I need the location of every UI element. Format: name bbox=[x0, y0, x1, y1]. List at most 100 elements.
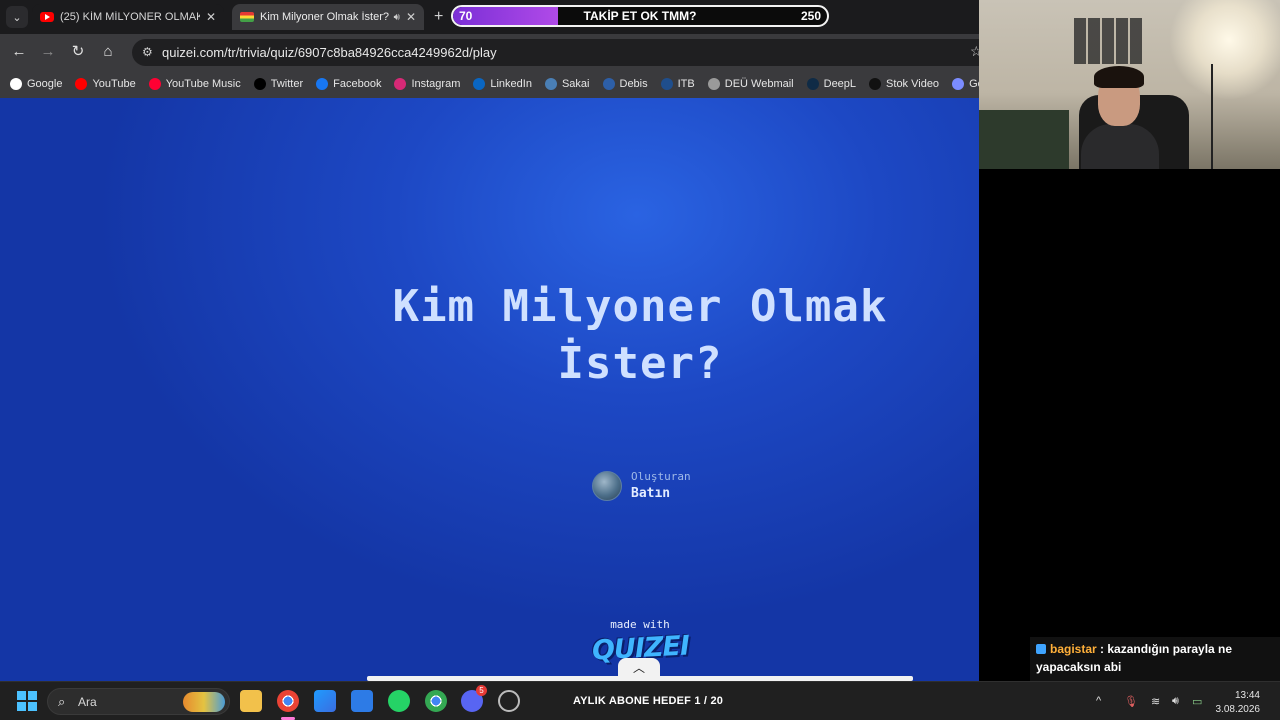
bookmark-label: ITB bbox=[677, 78, 695, 90]
url-text[interactable]: quizei.com/tr/trivia/quiz/6907c8ba84926c… bbox=[162, 45, 497, 60]
bookmark-facebook[interactable]: Facebook bbox=[316, 78, 381, 90]
bookmark-label: DEÜ Webmail bbox=[724, 78, 794, 90]
bookmark-sakai[interactable]: Sakai bbox=[544, 78, 590, 90]
youtube-icon bbox=[40, 12, 54, 22]
globe-icon bbox=[707, 78, 720, 90]
wifi-icon[interactable]: ≋ bbox=[1151, 695, 1160, 708]
close-icon[interactable]: ✕ bbox=[206, 10, 216, 24]
debis-icon bbox=[602, 78, 615, 90]
bookmark-label: Twitter bbox=[270, 78, 304, 90]
tab-search-button[interactable]: ⌄ bbox=[6, 6, 28, 28]
quiz-title-line-2: İster? bbox=[557, 338, 723, 389]
bookmark-youtube[interactable]: YouTube bbox=[75, 78, 136, 90]
quiz-page: Kim Milyoner Olmak İster? Oluşturan Batı… bbox=[0, 98, 980, 681]
search-icon: ⌕ bbox=[58, 694, 66, 709]
new-tab-button[interactable]: + bbox=[434, 7, 443, 27]
bookmarks-bar: Google YouTube YouTube Music Twitter Faceboo… bbox=[0, 70, 1004, 98]
google-icon bbox=[10, 78, 22, 90]
quizei-icon bbox=[240, 12, 254, 22]
discord-icon[interactable]: 5 bbox=[461, 685, 487, 712]
quiz-title: Kim Milyoner Olmak İster? bbox=[0, 278, 980, 392]
follow-goal-bar: 70 TAKİP ET OK TMM? 250 bbox=[451, 5, 829, 27]
streamer-hair bbox=[1094, 66, 1144, 88]
bookmark-label: DeepL bbox=[823, 78, 857, 90]
bookmark-label: Google bbox=[27, 78, 63, 90]
taskbar-search[interactable]: ⌕ Ara bbox=[47, 688, 230, 715]
file-explorer-icon[interactable] bbox=[240, 690, 262, 712]
sub-goal-text: AYLIK ABONE HEDEF 1 / 20 bbox=[573, 695, 724, 707]
chevron-up-icon[interactable]: ︿ bbox=[618, 658, 660, 678]
store-icon[interactable] bbox=[314, 690, 336, 712]
streamer-body bbox=[1081, 124, 1159, 169]
follow-goal-label: TAKİP ET OK TMM? bbox=[583, 9, 697, 23]
chevron-up-icon[interactable]: ^ bbox=[1096, 695, 1101, 707]
clock-time[interactable]: 13:44 bbox=[1235, 690, 1260, 701]
bookmark-label: Instagram bbox=[411, 78, 461, 90]
bookmark-label: Stok Video bbox=[886, 78, 940, 90]
tab-title: Kim Milyoner Olmak İster? bbox=[260, 11, 389, 23]
search-highlight-icon bbox=[183, 692, 225, 712]
instagram-icon bbox=[394, 78, 407, 90]
bookmark-label: LinkedIn bbox=[490, 78, 532, 90]
mail-icon[interactable] bbox=[351, 690, 373, 712]
address-bar[interactable]: ⚙︎ quizei.com/tr/trivia/quiz/6907c8ba849… bbox=[132, 39, 992, 66]
close-icon[interactable]: ✕ bbox=[406, 10, 416, 24]
avatar bbox=[592, 470, 622, 501]
bookmark-instagram[interactable]: Instagram bbox=[394, 78, 460, 90]
bookmark-label: YouTube bbox=[92, 78, 136, 90]
home-icon[interactable]: ⌂ bbox=[98, 42, 118, 62]
deepl-icon bbox=[806, 78, 819, 90]
volume-icon[interactable]: 🔊︎ bbox=[1172, 695, 1179, 708]
chrome-icon[interactable] bbox=[277, 690, 299, 712]
facebook-icon bbox=[316, 78, 329, 90]
speaker-icon[interactable]: 🔊︎ bbox=[394, 12, 400, 23]
quiz-author: Oluşturan Batın bbox=[592, 470, 691, 501]
obs-icon[interactable] bbox=[498, 690, 520, 712]
back-icon[interactable]: ← bbox=[9, 42, 29, 62]
bookmark-debis[interactable]: Debis bbox=[602, 78, 648, 90]
discord-badge: 5 bbox=[476, 685, 487, 696]
bookmark-stok-video[interactable]: Stok Video bbox=[869, 78, 939, 90]
youtube-music-icon bbox=[148, 78, 161, 90]
bookmark-deepl[interactable]: DeepL bbox=[806, 78, 857, 90]
chat-badge-icon bbox=[1036, 644, 1046, 654]
bookmark-label: Sakai bbox=[561, 78, 590, 90]
desk bbox=[979, 110, 1069, 169]
clock-date[interactable]: 3.08.2026 bbox=[1216, 704, 1261, 715]
chrome-profile-icon[interactable] bbox=[425, 690, 447, 712]
tab-quiz[interactable]: Kim Milyoner Olmak İster? 🔊︎ ✕ bbox=[232, 4, 424, 30]
bookmark-label: Debis bbox=[619, 78, 648, 90]
bookmark-linkedin[interactable]: LinkedIn bbox=[473, 78, 532, 90]
tab-youtube[interactable]: (25) KİM MİLYONER OLMAK İST ✕ bbox=[32, 4, 224, 30]
reload-icon[interactable]: ↻ bbox=[68, 42, 88, 62]
youtube-icon bbox=[75, 78, 88, 90]
sakai-icon bbox=[544, 78, 557, 90]
bookmark-label: YouTube Music bbox=[165, 78, 241, 90]
bookmark-twitter[interactable]: Twitter bbox=[253, 78, 304, 90]
site-info-icon[interactable]: ⚙︎ bbox=[142, 45, 153, 59]
wall-photos bbox=[1074, 18, 1142, 64]
linkedin-icon bbox=[473, 78, 486, 90]
bookmark-youtube-music[interactable]: YouTube Music bbox=[148, 78, 241, 90]
bookmark-itb[interactable]: ITB bbox=[660, 78, 695, 90]
made-with-text: made with bbox=[610, 618, 670, 631]
forward-icon[interactable]: → bbox=[38, 42, 58, 62]
stok-video-icon bbox=[869, 78, 882, 90]
bookmark-google[interactable]: Google bbox=[10, 78, 62, 90]
search-placeholder: Ara bbox=[78, 695, 97, 709]
gemini-icon bbox=[952, 78, 965, 90]
bookmark-label: Facebook bbox=[333, 78, 382, 90]
floor-lamp bbox=[1211, 64, 1213, 169]
bookmark-de-webmail[interactable]: DEÜ Webmail bbox=[707, 78, 794, 90]
webcam-feed bbox=[979, 0, 1280, 169]
whatsapp-icon[interactable] bbox=[388, 690, 410, 712]
quiz-title-line-1: Kim Milyoner Olmak bbox=[392, 281, 888, 332]
windows-taskbar: ⌕ Ara 5 AYLIK ABONE HEDEF 1 / 20 ^ 🎙︎ ≋ … bbox=[0, 681, 1280, 720]
author-label: Oluşturan bbox=[631, 470, 691, 483]
battery-icon[interactable]: ▭ bbox=[1192, 695, 1202, 708]
chat-username: bagistar bbox=[1050, 642, 1097, 656]
microphone-icon[interactable]: 🎙︎ bbox=[1124, 695, 1138, 708]
lamp-glow bbox=[1169, 0, 1280, 100]
windows-start-icon[interactable] bbox=[17, 691, 37, 711]
x-icon bbox=[253, 78, 266, 90]
